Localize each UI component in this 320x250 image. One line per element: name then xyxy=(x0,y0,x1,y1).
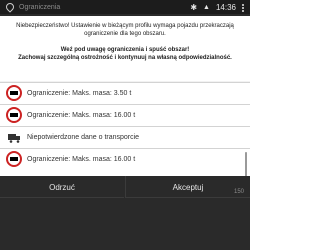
status-left: Ograniczenia xyxy=(4,1,61,13)
reject-button-label: Odrzuć xyxy=(49,182,75,192)
dialog-content: Niebezpieczeństwo! Ustawienie w bieżącym… xyxy=(0,16,250,176)
list-item-label: Ograniczenie: Maks. masa: 16.00 t xyxy=(27,111,136,119)
signal-icon: ▲ xyxy=(203,4,210,11)
accept-button[interactable]: Akceptuj xyxy=(125,176,250,198)
list-item[interactable]: Ograniczenie: Maks. masa: 16.00 t xyxy=(0,104,250,125)
list-item-label: Niepotwierdzone dane o transporcie xyxy=(27,133,140,141)
status-bar: Ograniczenia ✱ ▲ 14:36 xyxy=(0,0,250,14)
warning-instruction: Weź pod uwagę ograniczenia i spuść obsza… xyxy=(6,46,244,62)
location-pin-icon xyxy=(4,1,16,13)
weight-limit-icon xyxy=(6,151,22,167)
list-item[interactable]: Ograniczenie: Maks. masa: 16.00 t xyxy=(0,148,250,169)
truck-icon xyxy=(6,129,22,145)
weight-limit-icon xyxy=(6,85,22,101)
time: 14:36 xyxy=(215,3,236,12)
dialog-buttons: Odrzuć Akceptuj 150 xyxy=(0,176,250,250)
restrictions-list: Ograniczenie: Maks. masa: 3.50 t Ogranic… xyxy=(0,82,250,176)
accept-button-label: Akceptuj xyxy=(172,182,204,192)
screen: Ograniczenia ✱ ▲ 14:36 Niebezpieczeństwo… xyxy=(0,0,250,250)
reject-button[interactable]: Odrzuć xyxy=(0,176,124,198)
button-underline xyxy=(0,197,124,198)
window-title: Ograniczenia xyxy=(19,3,61,11)
more-vert-icon[interactable] xyxy=(242,3,244,12)
weight-limit-icon xyxy=(6,107,22,123)
corner-number: 150 xyxy=(233,189,244,195)
list-item[interactable]: Ograniczenie: Maks. masa: 3.50 t xyxy=(0,82,250,103)
status-right: ✱ ▲ 14:36 xyxy=(190,3,244,12)
list-item[interactable]: Niepotwierdzone dane o transporcie xyxy=(0,126,250,147)
warning-panel: Niebezpieczeństwo! Ustawienie w bieżącym… xyxy=(0,16,250,81)
bluetooth-icon: ✱ xyxy=(190,3,198,12)
warning-instruction-text: Weź pod uwagę ograniczenia i spuść obsza… xyxy=(18,47,232,61)
scrollbar-thumb[interactable] xyxy=(245,152,247,176)
button-underline xyxy=(126,197,250,198)
list-item-label: Ograniczenie: Maks. masa: 3.50 t xyxy=(27,89,132,97)
list-item-label: Ograniczenie: Maks. masa: 16.00 t xyxy=(27,155,136,163)
warning-message: Niebezpieczeństwo! Ustawienie w bieżącym… xyxy=(16,23,234,37)
